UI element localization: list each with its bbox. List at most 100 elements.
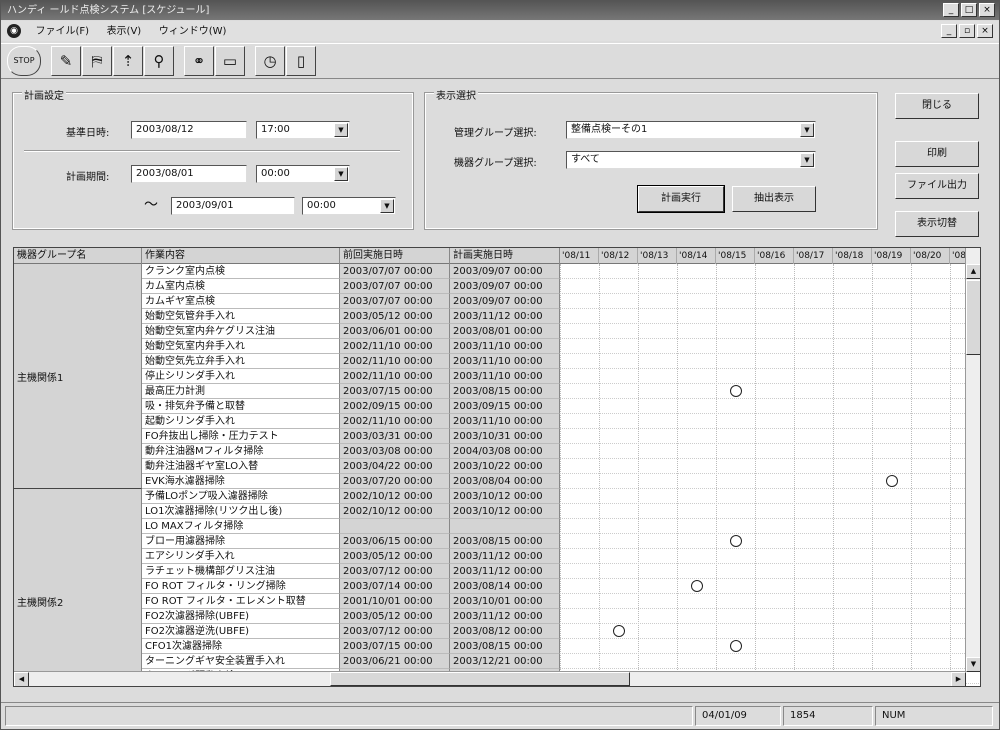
app-icon[interactable]: ◉ <box>7 24 21 38</box>
table-row[interactable]: 停止シリンダ手入れ 2002/11/10 00:00 2003/11/10 00:0… <box>14 369 966 384</box>
header-date-6[interactable]: '08/17 <box>794 248 833 264</box>
table-row[interactable]: クランク室内点検 2003/07/07 00:00 2003/09/07 00:00 <box>14 264 966 279</box>
table-row[interactable]: FO ROT フィルタ・リング掃除 2003/07/14 00:00 2003/08… <box>14 579 966 594</box>
header-date-5[interactable]: '08/16 <box>755 248 794 264</box>
schedule-icon[interactable]: ⛿ <box>82 46 112 76</box>
table-row[interactable]: 予備LOポンプ吸入濾器掃除 2002/10/12 00:00 2003/10/12 … <box>14 489 966 504</box>
header-prev-date[interactable]: 前回実施日時 <box>340 248 450 264</box>
search-tool-icon[interactable]: ⚲ <box>144 46 174 76</box>
clock-icon[interactable]: ◷ <box>255 46 285 76</box>
header-date-8[interactable]: '08/19 <box>872 248 911 264</box>
table-row[interactable]: FO2次濾器逆洗(UBFE) 2003/07/12 00:00 2003/08/12… <box>14 624 966 639</box>
period-to-date-field[interactable]: 2003/09/01 <box>171 197 295 215</box>
horizontal-scrollbar[interactable]: ◀ ▶ <box>14 671 966 686</box>
scroll-down-button[interactable]: ▼ <box>966 657 980 672</box>
table-row[interactable]: 始動空気管弁手入れ 2003/05/12 00:00 2003/11/12 00:0… <box>14 309 966 324</box>
table-row[interactable]: エアシリンダ手入れ 2003/05/12 00:00 2003/11/12 00:0… <box>14 549 966 564</box>
equip-group-label: 機器グループ選択: <box>454 158 537 169</box>
chevron-down-icon[interactable]: ▼ <box>334 123 348 137</box>
table-row[interactable]: 起動シリンダ手入れ 2002/11/10 00:00 2003/11/10 00:0… <box>14 414 966 429</box>
table-row[interactable]: 最高圧力計測 2003/07/15 00:00 2003/08/15 00:00 <box>14 384 966 399</box>
header-date-9[interactable]: '08/20 <box>911 248 950 264</box>
header-group[interactable]: 機器グループ名 <box>14 248 142 264</box>
horizontal-scroll-thumb[interactable] <box>330 672 630 686</box>
chevron-down-icon[interactable]: ▼ <box>334 167 348 181</box>
maximize-button[interactable]: □ <box>961 3 977 17</box>
minimize-button[interactable]: _ <box>943 3 959 17</box>
scroll-right-button[interactable]: ▶ <box>951 672 966 686</box>
mgmt-group-select[interactable]: 整備点検ーその1 ▼ <box>566 121 816 139</box>
scheduled-mark-icon[interactable] <box>729 385 742 397</box>
schedule-grid[interactable]: 機器グループ名 作業内容 前回実施日時 計画実施日時 '08/11'08/12 '… <box>13 247 981 687</box>
close-window-button[interactable]: × <box>979 3 995 17</box>
base-time-select[interactable]: 17:00 ▼ <box>256 121 350 139</box>
vertical-scrollbar[interactable]: ▲ ▼ <box>965 248 980 672</box>
table-row[interactable]: FO2次濾器掃除(UBFE) 2003/05/12 00:00 2003/11/12… <box>14 609 966 624</box>
header-content[interactable]: 作業内容 <box>142 248 340 264</box>
table-row[interactable]: 吸・排気弁予備と取替 2002/09/15 00:00 2003/09/15 00:… <box>14 399 966 414</box>
table-row[interactable]: 動弁注油器ギヤ室LO入替 2003/04/22 00:00 2003/10/22 0… <box>14 459 966 474</box>
menu-file[interactable]: ファイル(F) <box>29 22 97 42</box>
edit-icon[interactable]: ✎ <box>51 46 81 76</box>
binoculars-icon[interactable]: ⚭ <box>184 46 214 76</box>
table-row[interactable]: 始動空気室内弁ケグリス注油 2003/06/01 00:00 2003/08/01 … <box>14 324 966 339</box>
table-row[interactable]: FO ROT フィルタ・エレメント取替 2001/10/01 00:00 2003/… <box>14 594 966 609</box>
header-date-1[interactable]: '08/12 <box>599 248 638 264</box>
header-date-7[interactable]: '08/18 <box>833 248 872 264</box>
table-row[interactable]: ラチェット機構部グリス注油 2003/07/12 00:00 2003/11/12 … <box>14 564 966 579</box>
table-row[interactable]: LO MAXフィルタ掃除 <box>14 519 966 534</box>
equip-group-select[interactable]: すべて ▼ <box>566 151 816 169</box>
child-minimize-button[interactable]: _ <box>941 24 957 38</box>
table-row[interactable]: 始動空気先立弁手入れ 2002/11/10 00:00 2003/11/10 00:… <box>14 354 966 369</box>
child-close-button[interactable]: × <box>977 24 993 38</box>
table-row[interactable]: LO1次濾器掃除(リツク出し後) 2002/10/12 00:00 2003/10/… <box>14 504 966 519</box>
header-date-4[interactable]: '08/15 <box>716 248 755 264</box>
book-icon[interactable]: ▭ <box>215 46 245 76</box>
scheduled-mark-icon[interactable] <box>729 535 742 547</box>
header-date-3[interactable]: '08/14 <box>677 248 716 264</box>
prev-date-cell: 2002/10/12 00:00 <box>340 489 450 504</box>
toggle-display-button[interactable]: 表示切替 <box>895 211 979 237</box>
scroll-up-button[interactable]: ▲ <box>966 264 980 279</box>
menu-view[interactable]: 表示(V) <box>100 22 149 42</box>
vertical-scroll-thumb[interactable] <box>966 280 980 355</box>
scheduled-mark-icon[interactable] <box>612 625 625 637</box>
plan-date-cell: 2003/08/14 00:00 <box>450 579 560 594</box>
scroll-left-button[interactable]: ◀ <box>14 672 29 686</box>
table-row[interactable]: カムギヤ室点検 2003/07/07 00:00 2003/09/07 00:00 <box>14 294 966 309</box>
table-row[interactable]: 始動空気室内弁手入れ 2002/11/10 00:00 2003/11/10 00:… <box>14 339 966 354</box>
table-row[interactable]: カム室内点検 2003/07/07 00:00 2003/09/07 00:00 <box>14 279 966 294</box>
plan-date-cell: 2003/11/10 00:00 <box>450 339 560 354</box>
header-date-0[interactable]: '08/11 <box>560 248 599 264</box>
close-button[interactable]: 閉じる <box>895 93 979 119</box>
period-to-time-select[interactable]: 00:00 ▼ <box>302 197 396 215</box>
table-row[interactable]: CFO1次濾器掃除 2003/07/15 00:00 2003/08/15 00:0… <box>14 639 966 654</box>
header-date-2[interactable]: '08/13 <box>638 248 677 264</box>
task-content-cell: ターニングギヤ安全装置手入れ <box>142 654 340 669</box>
stop-icon[interactable]: STOP <box>7 46 41 76</box>
chevron-down-icon[interactable]: ▼ <box>800 123 814 137</box>
child-restore-button[interactable]: ▫ <box>959 24 975 38</box>
table-row[interactable]: ターニングギヤ安全装置手入れ 2003/06/21 00:00 2003/12/21… <box>14 654 966 669</box>
table-row[interactable]: ブロー用濾器掃除 2003/06/15 00:00 2003/08/15 00:00 <box>14 534 966 549</box>
chevron-down-icon[interactable]: ▼ <box>380 199 394 213</box>
header-plan-date[interactable]: 計画実施日時 <box>450 248 560 264</box>
table-row[interactable]: 動弁注油器Mフィルタ掃除 2003/03/08 00:00 2004/03/08 0… <box>14 444 966 459</box>
run-plan-button[interactable]: 計画実行 <box>637 185 725 213</box>
note-icon[interactable]: ▯ <box>286 46 316 76</box>
scheduled-mark-icon[interactable] <box>690 580 703 592</box>
menu-window[interactable]: ウィンドウ(W) <box>152 22 234 42</box>
file-output-button[interactable]: ファイル出力 <box>895 173 979 199</box>
pin-icon[interactable]: ⇡ <box>113 46 143 76</box>
table-row[interactable]: EVK海水濾器掃除 2003/07/20 00:00 2003/08/04 00:0… <box>14 474 966 489</box>
scheduled-mark-icon[interactable] <box>729 640 742 652</box>
period-from-time-select[interactable]: 00:00 ▼ <box>256 165 350 183</box>
print-button[interactable]: 印刷 <box>895 141 979 167</box>
base-date-field[interactable]: 2003/08/12 <box>131 121 247 139</box>
prev-date-cell: 2003/06/15 00:00 <box>340 534 450 549</box>
extract-display-button[interactable]: 抽出表示 <box>732 186 816 212</box>
table-row[interactable]: FO弁抜出し掃除・圧力テスト 2003/03/31 00:00 2003/10/31… <box>14 429 966 444</box>
scheduled-mark-icon[interactable] <box>885 475 898 487</box>
period-from-date-field[interactable]: 2003/08/01 <box>131 165 247 183</box>
chevron-down-icon[interactable]: ▼ <box>800 153 814 167</box>
